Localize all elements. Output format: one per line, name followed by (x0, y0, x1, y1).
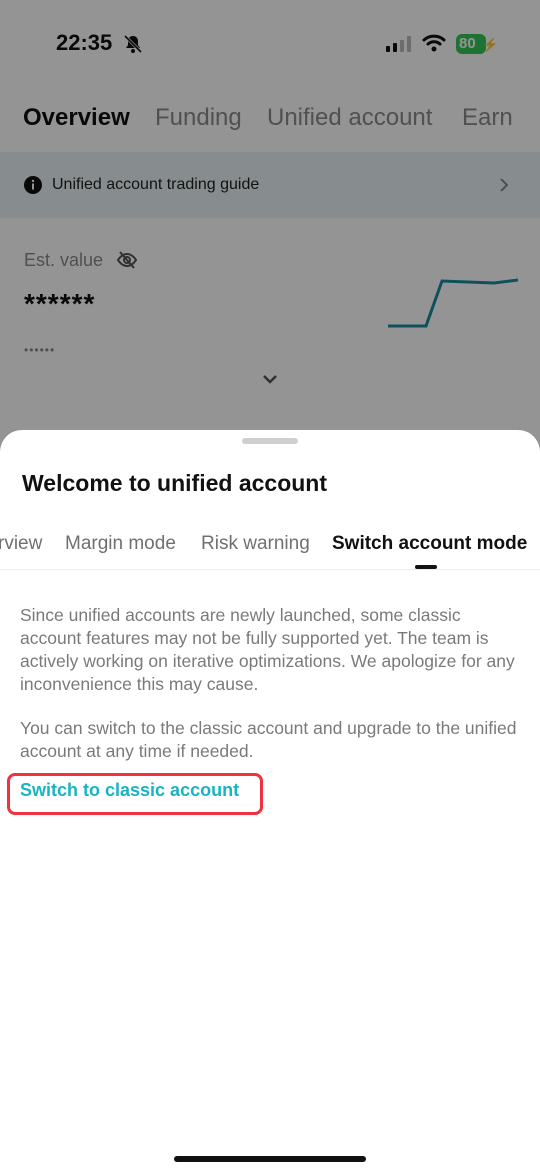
tabs-divider (0, 569, 540, 570)
home-indicator (174, 1156, 366, 1162)
info-paragraph-1: Since unified accounts are newly launche… (20, 605, 515, 694)
sheet-title: Welcome to unified account (22, 470, 327, 496)
welcome-sheet: Welcome to unified account rview Margin … (0, 430, 540, 1174)
info-paragraph-2: You can switch to the classic account an… (20, 718, 517, 761)
tab-margin-mode[interactable]: Margin mode (65, 533, 176, 555)
tab-overview-partial[interactable]: rview (0, 533, 42, 555)
tab-risk-warning[interactable]: Risk warning (201, 533, 310, 555)
tab-switch-account-mode[interactable]: Switch account mode (332, 533, 527, 555)
switch-to-classic-link[interactable]: Switch to classic account (20, 780, 239, 801)
sheet-tabs: rview Margin mode Risk warning Switch ac… (0, 530, 540, 570)
sheet-grabber[interactable] (242, 438, 298, 444)
